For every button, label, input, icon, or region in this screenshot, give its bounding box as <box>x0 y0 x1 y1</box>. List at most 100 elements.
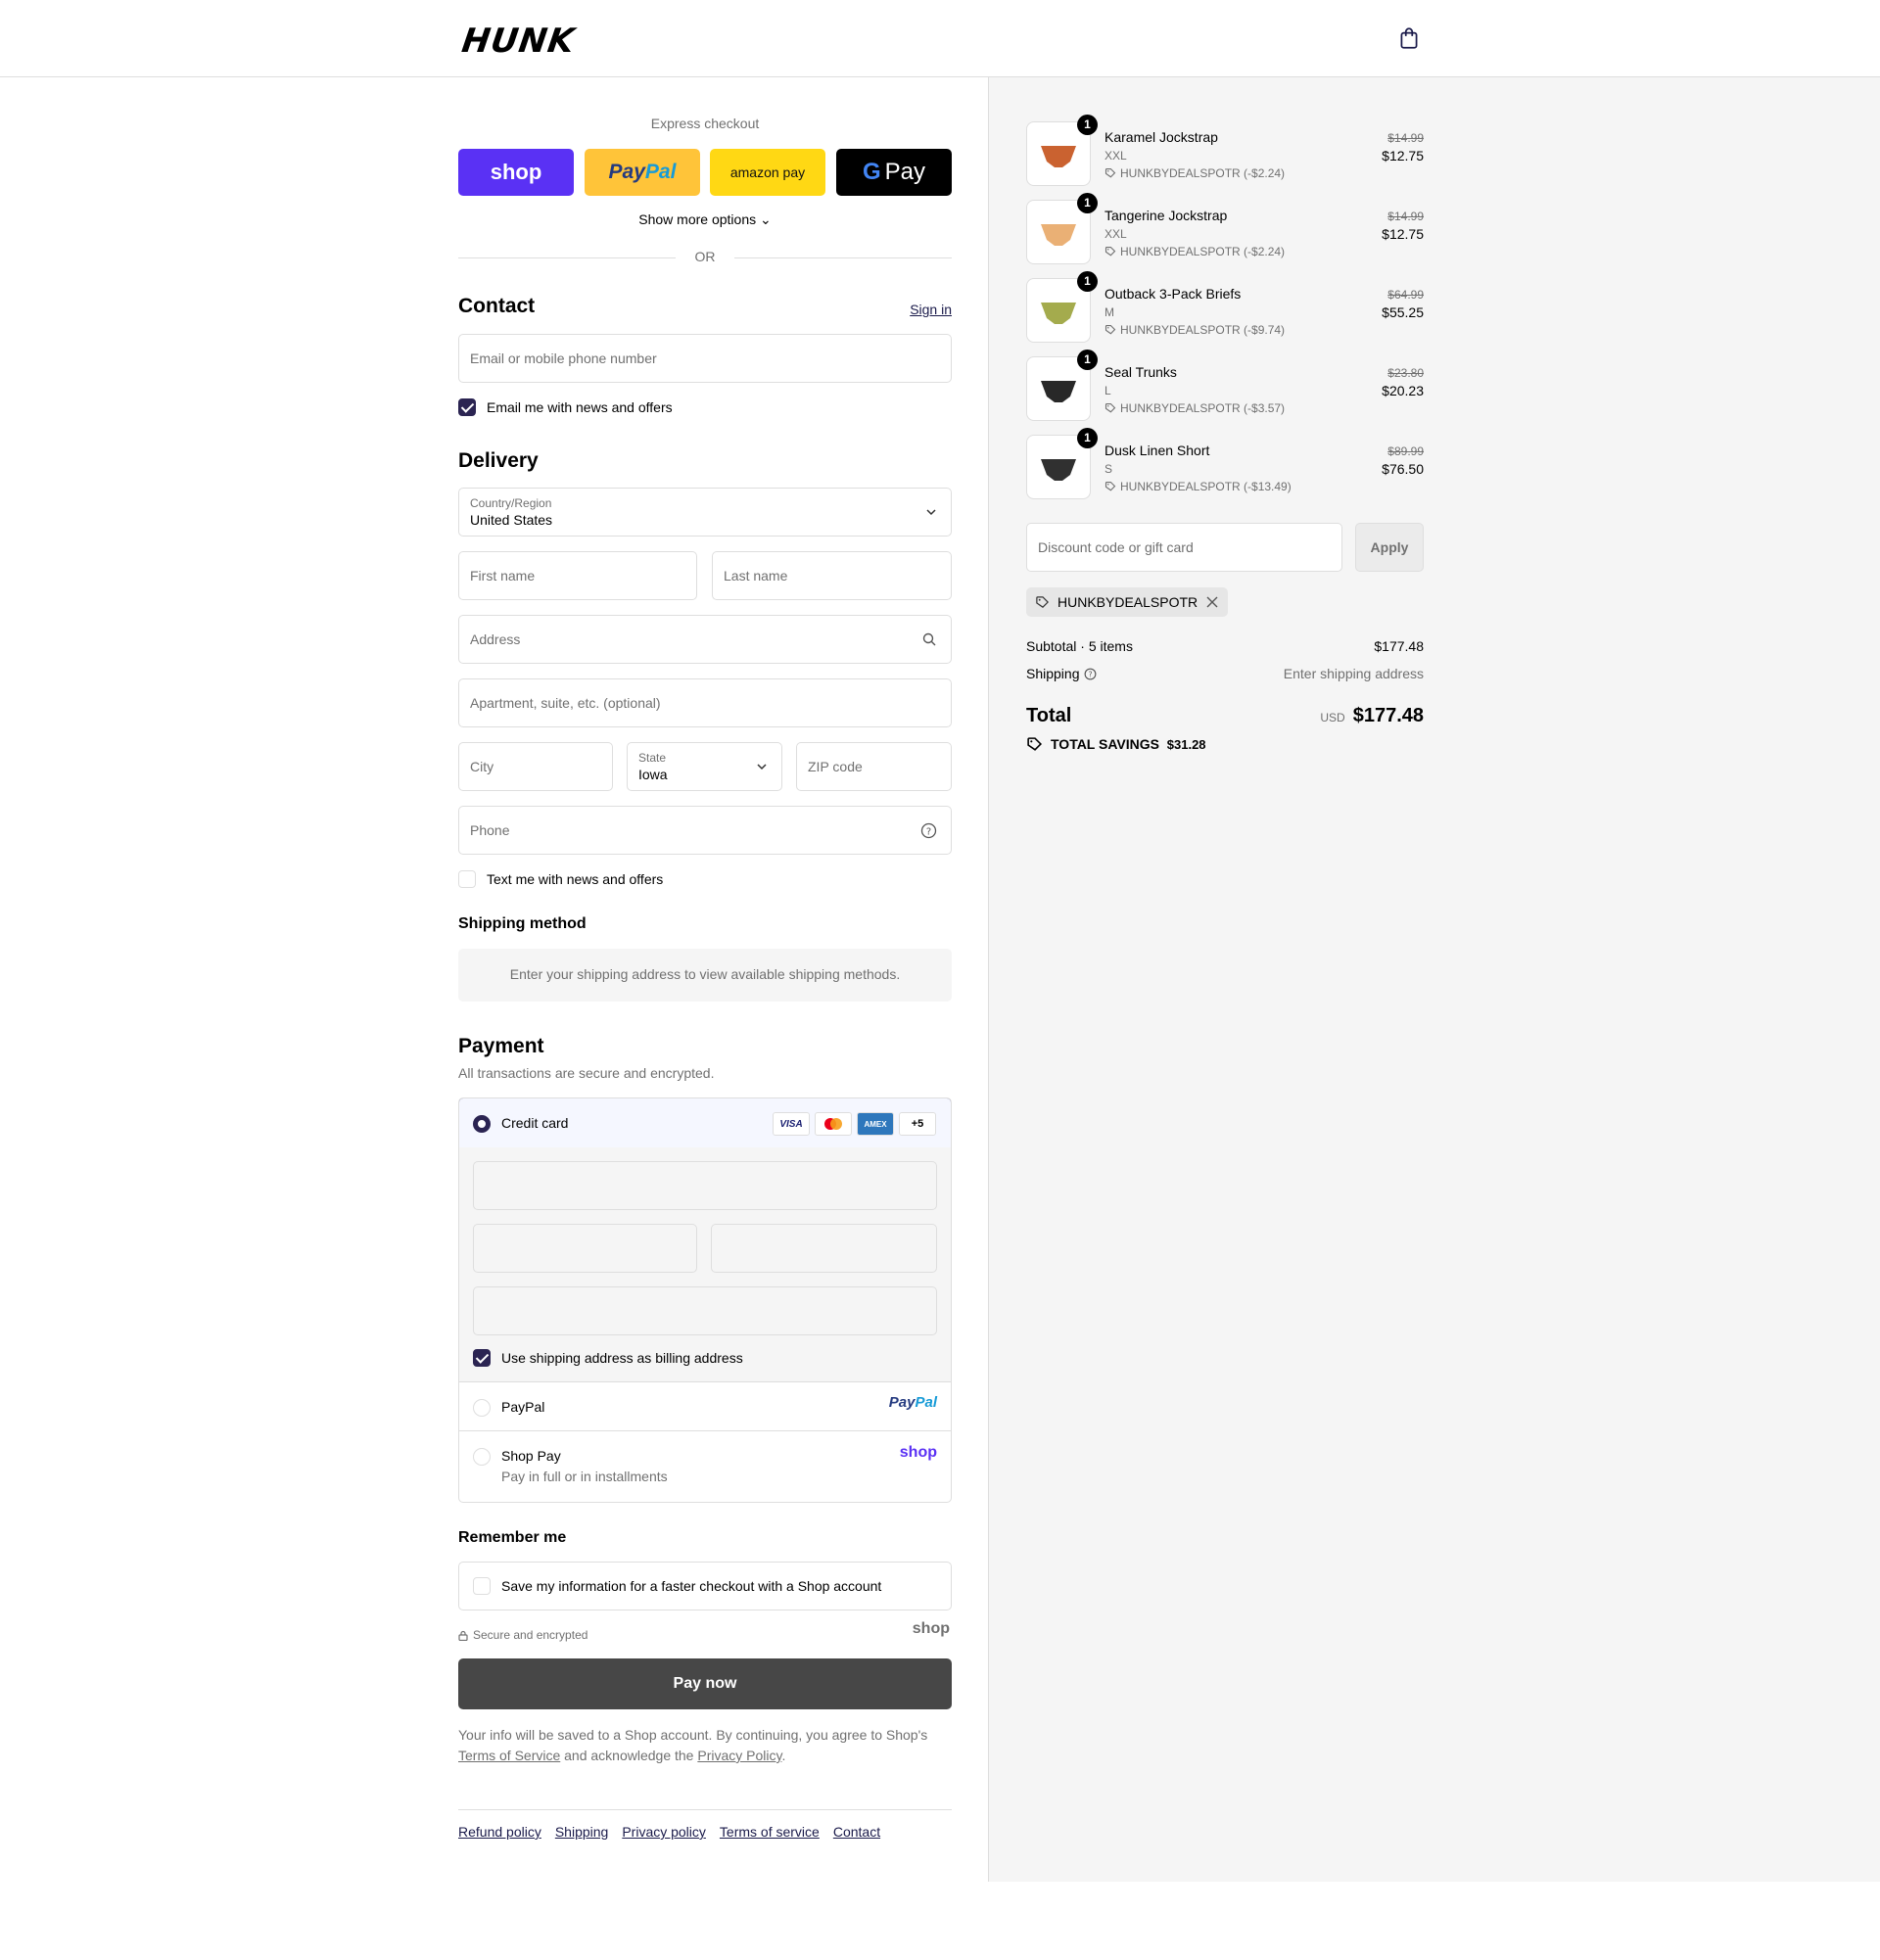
footer-links: Refund policy Shipping Privacy policy Terms… <box>458 1824 894 1840</box>
email-field[interactable]: Email or mobile phone number <box>458 334 952 383</box>
shop-pay-button[interactable]: shop <box>458 149 574 196</box>
product-name: Seal Trunks <box>1104 364 1177 380</box>
original-price: $14.99 <box>1387 131 1424 145</box>
pay-now-button[interactable]: Pay now <box>458 1658 952 1709</box>
payment-subtitle: All transactions are secure and encrypte… <box>458 1065 715 1081</box>
header: HUNK <box>0 0 1880 77</box>
shop-logo: shop <box>899 1444 937 1461</box>
first-name-field[interactable]: First name <box>458 551 697 600</box>
terms-of-service-link[interactable]: Terms of Service <box>458 1748 560 1763</box>
sign-in-link[interactable]: Sign in <box>910 302 952 317</box>
apply-discount-button[interactable]: Apply <box>1355 523 1424 572</box>
card-number-field[interactable] <box>473 1161 937 1210</box>
product-discount: HUNKBYDEALSPOTR (-$3.57) <box>1104 401 1285 415</box>
save-info-option[interactable]: Save my information for a faster checkou… <box>458 1562 952 1610</box>
google-pay-label: Pay <box>884 159 926 185</box>
product-discount: HUNKBYDEALSPOTR (-$2.24) <box>1104 245 1285 258</box>
paypal-radio[interactable] <box>473 1399 491 1417</box>
paypal-logo-pal: Pal <box>644 161 677 183</box>
paypal-option[interactable]: PayPal PayPal <box>459 1382 951 1431</box>
or-label: OR <box>694 249 716 264</box>
contact-heading: Contact <box>458 295 536 317</box>
paypal-logo: PayPal <box>889 1394 937 1411</box>
product-variant: XXL <box>1104 149 1127 163</box>
shop-pay-option[interactable]: Shop Pay Pay in full or in installments … <box>459 1431 951 1502</box>
total-currency: USD <box>1320 711 1345 724</box>
product-discount-text: HUNKBYDEALSPOTR (-$2.24) <box>1120 245 1286 258</box>
help-icon[interactable]: ? <box>920 822 937 839</box>
credit-card-radio[interactable] <box>473 1115 491 1133</box>
apartment-field[interactable]: Apartment, suite, etc. (optional) <box>458 678 952 727</box>
credit-card-option[interactable]: Credit card VISA AMEX +5 <box>459 1098 951 1148</box>
shop-pay-label: Shop Pay <box>501 1448 561 1464</box>
line-item: 1 Tangerine Jockstrap XXL HUNKBYDEALSPOTR (… <box>1026 193 1424 264</box>
zip-placeholder: ZIP code <box>808 759 863 774</box>
contact-link[interactable]: Contact <box>833 1824 880 1840</box>
chevron-down-icon <box>926 509 936 516</box>
email-news-label: Email me with news and offers <box>487 399 673 415</box>
help-icon[interactable]: ? <box>1084 668 1097 680</box>
tag-icon <box>1104 481 1116 491</box>
close-icon[interactable] <box>1206 596 1218 608</box>
quantity-badge: 1 <box>1077 115 1098 135</box>
google-g-icon: G <box>862 159 881 185</box>
product-thumbnail: 1 <box>1026 350 1098 421</box>
savings-tag-icon <box>1027 737 1043 751</box>
shipping-value: Enter shipping address <box>1283 666 1424 681</box>
state-select[interactable]: State Iowa <box>627 742 782 791</box>
credit-card-label: Credit card <box>501 1115 569 1131</box>
order-summary-panel <box>988 77 1880 1882</box>
paypal-label: PayPal <box>501 1399 545 1415</box>
amazon-pay-button[interactable]: amazon pay <box>710 149 825 196</box>
show-more-options[interactable]: Show more options ⌄ <box>458 211 952 228</box>
text-news-checkbox[interactable] <box>458 870 476 888</box>
discount-code-field[interactable]: Discount code or gift card <box>1026 523 1342 572</box>
shopping-bag-icon[interactable] <box>1396 25 1422 51</box>
city-field[interactable]: City <box>458 742 613 791</box>
product-discount: HUNKBYDEALSPOTR (-$13.49) <box>1104 480 1292 493</box>
privacy-policy-footer-link[interactable]: Privacy policy <box>622 1824 706 1840</box>
phone-field[interactable]: Phone ? <box>458 806 952 855</box>
shipping-link[interactable]: Shipping <box>555 1824 609 1840</box>
name-on-card-field[interactable] <box>473 1286 937 1335</box>
privacy-policy-link[interactable]: Privacy Policy <box>697 1748 781 1763</box>
country-select[interactable]: Country/Region United States <box>458 488 952 537</box>
more-cards-badge: +5 <box>899 1112 936 1136</box>
legal-and: and acknowledge the <box>564 1748 694 1763</box>
or-divider: OR <box>458 249 952 268</box>
google-pay-button[interactable]: G Pay <box>836 149 952 196</box>
store-logo[interactable]: HUNK <box>459 22 577 61</box>
product-thumbnail: 1 <box>1026 193 1098 264</box>
tag-icon <box>1104 324 1116 335</box>
original-price: $23.80 <box>1387 366 1424 380</box>
terms-of-service-footer-link[interactable]: Terms of service <box>720 1824 820 1840</box>
card-fields: Use shipping address as billing address <box>459 1147 951 1382</box>
security-code-field[interactable] <box>711 1224 937 1273</box>
paypal-logo-pay: Pay <box>888 1394 916 1411</box>
product-variant: L <box>1104 384 1111 397</box>
paypal-button[interactable]: Pay Pal <box>585 149 700 196</box>
shop-pay-radio[interactable] <box>473 1448 491 1466</box>
discounted-price: $20.23 <box>1382 383 1424 398</box>
legal-end: . <box>781 1748 786 1763</box>
refund-policy-link[interactable]: Refund policy <box>458 1824 541 1840</box>
last-name-field[interactable]: Last name <box>712 551 952 600</box>
svg-text:?: ? <box>1088 671 1092 679</box>
total-label: Total <box>1026 705 1072 726</box>
line-item: 1 Karamel Jockstrap XXL HUNKBYDEALSPOTR (-$… <box>1026 115 1424 186</box>
billing-address-checkbox[interactable] <box>473 1349 491 1367</box>
address-field[interactable]: Address <box>458 615 952 664</box>
lock-icon <box>458 1630 468 1641</box>
email-placeholder: Email or mobile phone number <box>470 350 657 366</box>
shipping-method-note: Enter your shipping address to view avai… <box>458 949 952 1002</box>
mastercard-icon <box>815 1112 852 1136</box>
payment-methods: Credit card VISA AMEX +5 Use shipping ad… <box>458 1097 952 1503</box>
product-name: Tangerine Jockstrap <box>1104 208 1228 223</box>
zip-field[interactable]: ZIP code <box>796 742 952 791</box>
expiry-field[interactable] <box>473 1224 697 1273</box>
save-info-checkbox[interactable] <box>473 1577 491 1595</box>
email-news-checkbox[interactable] <box>458 398 476 416</box>
remember-me-heading: Remember me <box>458 1529 567 1546</box>
quantity-badge: 1 <box>1077 428 1098 448</box>
search-icon <box>922 632 936 646</box>
